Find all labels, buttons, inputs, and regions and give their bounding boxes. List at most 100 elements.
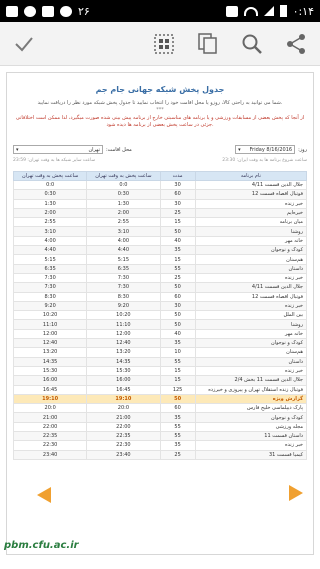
cell-time-2: 23:40 [12,449,88,460]
cell-time-1: 4:40 [86,245,161,256]
cell-program-name: گزارش ویژه [194,393,308,405]
cell-time-1: 2:00 [86,207,161,219]
cell-time-2: 1:30 [12,198,88,209]
cell-time-2: 19:10 [12,393,88,405]
cell-duration: 40 [159,328,196,340]
cell-time-1: 0:0 [86,179,161,191]
cell-duration: 35 [159,245,196,256]
cell-program-name: داستان [194,356,308,367]
table-row: داستان 55 6:35 6:35 [12,263,308,274]
cell-time-1: 21:00 [86,412,161,423]
cell-time-1: 7:30 [86,282,161,293]
cell-program-name: روشنا [194,226,308,237]
cell-program-name: کودک و نوجوان [194,338,308,349]
cell-time-1: 22:30 [86,440,161,451]
signal-icon [263,6,274,16]
cell-time-2: 5:15 [12,254,88,265]
city-label: محل اقامت: [106,146,132,153]
table-row: خبر زنده 35 22:30 22:30 [12,440,308,451]
cell-program-name: کودک و نوجوان [194,412,308,423]
share-button[interactable] [284,32,308,56]
cell-program-name: داستان قسمت 11 [194,430,308,442]
table-row: خبر زنده 30 9:20 9:20 [12,300,308,312]
cell-time-1: 12:40 [86,338,161,349]
cell-program-name: کودک و نوجوان [194,245,308,256]
done-button[interactable] [12,32,36,56]
cell-program-name: فوتبال زنده استقلال تهران و پیروزی و خیر… [194,384,308,395]
cell-time-1: 19:10 [86,393,161,405]
table-row: کودک و نوجوان 35 4:40 4:40 [12,245,308,256]
table-row: جلال الدین قسمت 4/11 50 7:30 7:30 [12,282,308,293]
cell-time-1: 23:40 [86,449,161,460]
cell-program-name: خانه مهر [194,235,308,247]
notification-count: ۲۶ [78,4,90,18]
city-filter: محل اقامت: تهران ▾ [13,145,132,154]
cell-program-name: خبر زنده [194,365,308,377]
note-right: ساعت شروع برنامه ها به وقت ایران: 23:30 [222,158,307,163]
city-value: تهران [88,146,100,153]
table-row: کودک و نوجوان 35 12:40 12:40 [12,338,308,349]
cell-time-2: 3:10 [12,226,88,237]
cell-time-1: 11:10 [86,319,161,330]
table-row: جلال الدین قسمت 4/11 30 0:0 0:0 [12,179,308,191]
city-select[interactable]: تهران ▾ [13,145,103,154]
separator: *** [156,107,164,113]
wifi-icon [243,6,258,16]
cell-time-2: 14:35 [12,356,88,367]
table-body: جلال الدین قسمت 4/11 30 0:0 0:0 فوتبال اقصاه… [12,179,308,460]
image-icon [42,5,54,17]
copy-button[interactable] [196,32,220,56]
cell-time-2: 12:40 [12,338,88,349]
cell-time-1: 10:20 [86,310,161,321]
message-icon [6,5,18,17]
cell-duration: 30 [159,300,196,312]
cell-program-name: فوتبال اقصاه قسمت 12 [194,291,308,302]
col-program-name: نام برنامه [194,171,308,181]
cell-duration: 55 [159,421,196,433]
cell-program-name: خبر زنده [194,272,308,284]
cell-time-1: 14:35 [86,356,161,367]
day-select[interactable]: Friday 8/16/2016 ▾ [235,145,296,154]
cell-duration: 30 [159,198,196,209]
cell-duration: 60 [159,189,196,200]
cell-time-1: 9:20 [86,300,161,312]
cell-time-2: 6:35 [12,263,88,274]
highlight-arrow-right [289,485,303,501]
cell-time-2: 12:00 [12,328,88,340]
table-row: خانه مهر 40 4:00 4:00 [12,235,308,247]
cell-program-name: میان برنامه [194,217,308,228]
cell-program-name: هم‌سنان [194,347,308,358]
table-row: کودک و نوجوان 35 21:00 21:00 [12,412,308,423]
cell-time-1: 22:00 [86,421,161,433]
cell-duration: 25 [159,272,196,284]
table-row: داستان 55 14:35 14:35 [12,356,308,367]
cell-time-1: 6:35 [86,263,161,274]
cell-program-name: هم‌سنان [194,254,308,265]
system-icons: ۰:۱۴ [225,5,314,18]
cell-program-name: خبر زنده [194,440,308,451]
cell-program-name: جلال الدین قسمت 11 بخش 2/4 [194,375,308,386]
table-row: روشنا 50 11:10 11:10 [12,319,308,330]
cell-time-1: 4:00 [86,235,161,247]
search-icon [242,34,262,54]
download-icon [60,5,72,17]
watermark: pbm.cfu.ac.ir [4,540,79,551]
note-left: ساعت سایر شبکه ها به وقت تهران: 23:59 [13,158,96,163]
cell-time-2: 11:10 [12,319,88,330]
cell-time-2: 22:30 [12,440,88,451]
cell-time-2: 22:35 [12,430,88,442]
cell-duration: 15 [159,254,196,265]
col-time-1: ساعت پخش به وقت تهران [86,171,161,181]
search-button[interactable] [240,32,264,56]
cell-time-1: 15:30 [86,365,161,377]
cell-program-name: جلال الدین قسمت 4/11 [194,282,308,293]
cell-program-name: فوتبال اقصاه قسمت 12 [194,189,308,200]
chevron-down-icon: ▾ [238,146,241,153]
cell-duration: 50 [159,282,196,293]
cell-program-name: خیره‌ایم [194,207,308,219]
cell-program-name: روشنا [194,319,308,330]
select-all-button[interactable] [152,32,176,56]
cell-duration: 35 [159,412,196,423]
cell-time-2: 15:30 [12,365,88,377]
notification-icons: ۲۶ [6,5,90,18]
